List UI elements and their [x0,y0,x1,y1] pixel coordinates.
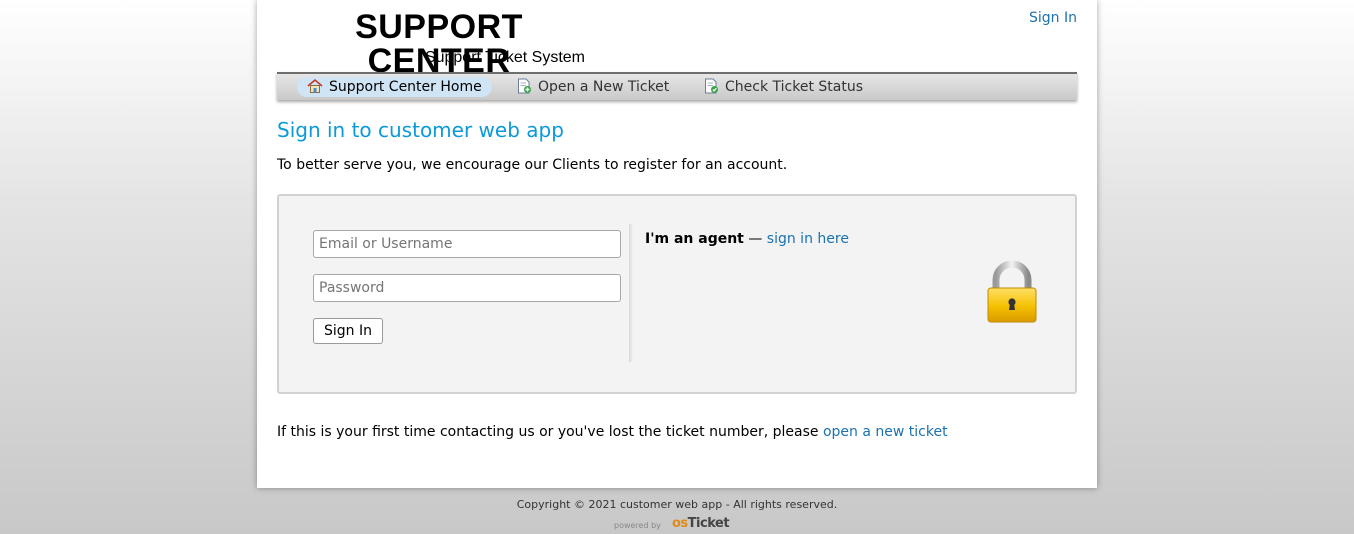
ticket-status-icon [705,78,718,94]
intro-text: To better serve you, we encourage our Cl… [277,157,788,173]
login-divider [629,224,633,362]
brand-logo: osTicket [672,516,730,532]
logo-subtitle: Support Ticket System [424,49,585,66]
agent-signin-line: I'm an agent — sign in here [645,230,849,248]
nav-item-label: Check Ticket Status [725,79,863,95]
nav-item-check-status[interactable]: Check Ticket Status [693,77,873,97]
header-signin-link[interactable]: Sign In [1029,10,1077,26]
brand-os: os [672,516,688,531]
home-icon [307,78,323,93]
email-field[interactable] [313,230,621,258]
password-field[interactable] [313,274,621,302]
logo-title: SUPPORT CENTER [355,8,523,80]
footer-copyright: Copyright © 2021 customer web app - All … [516,498,838,511]
open-new-ticket-link[interactable]: open a new ticket [823,424,948,440]
main-nav: Support Center Home Open a New Ticket Ch… [277,72,1077,100]
agent-signin-link[interactable]: sign in here [767,231,849,247]
site-logo[interactable]: SUPPORT CENTER Support Ticket System [289,10,589,78]
lock-icon [987,260,1037,323]
powered-by-logo[interactable]: powered by osTicket [614,512,730,532]
nav-item-label: Open a New Ticket [538,79,670,95]
agent-label: I'm an agent [645,231,744,247]
page-title: Sign in to customer web app [277,118,564,142]
agent-dash: — [748,231,763,247]
page-container: SUPPORT CENTER Support Ticket System Sig… [257,0,1097,488]
brand-ticket: Ticket [687,516,730,531]
new-ticket-icon [518,78,531,94]
nav-item-home[interactable]: Support Center Home [297,77,492,97]
login-box: Sign In I'm an agent — sign in here [277,194,1077,394]
signin-button[interactable]: Sign In [313,318,383,344]
first-time-text: If this is your first time contacting us… [277,423,948,441]
nav-item-label: Support Center Home [329,79,482,95]
powered-by-text: powered by [614,521,661,530]
nav-item-open-ticket[interactable]: Open a New Ticket [506,77,679,97]
first-time-message: If this is your first time contacting us… [277,424,819,440]
